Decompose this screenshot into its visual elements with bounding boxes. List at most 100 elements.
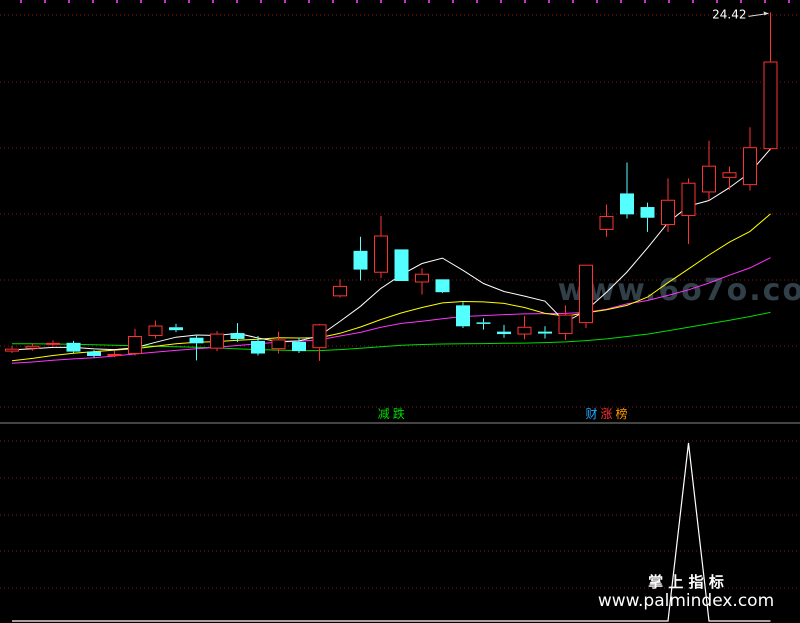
candle [128,328,142,356]
top-tick [140,0,142,3]
candle [169,323,183,333]
candle-body [763,61,778,150]
candle [763,12,778,151]
top-tick [92,0,94,3]
top-tick [116,0,118,3]
top-tick [236,0,238,3]
candle [312,323,327,361]
candle [353,236,368,281]
candle-body [558,314,573,335]
top-tick [68,0,70,3]
candle-body [353,250,368,270]
candle-body [702,165,716,193]
candle [25,343,40,351]
candle-body [415,273,429,283]
top-tick [404,0,406,3]
signal-label: 榜 [615,406,627,421]
candle-body [476,322,491,324]
top-tick [44,0,46,3]
candle [476,318,491,330]
candle-body [640,207,655,218]
candle-body [374,235,388,273]
candle-body [599,216,614,230]
top-tick [620,0,622,3]
candle-body [46,342,60,345]
stock-chart: www.6o7o.com24.42减跌财涨榜掌 上 指 标www.palmind… [0,0,800,623]
candle [66,340,81,354]
signal-label: 减 [378,407,390,421]
candle-body [251,340,265,354]
candle [415,268,429,295]
candlestick-chart: www.6o7o.com24.42减跌财涨榜掌 上 指 标www.palmind… [0,0,800,622]
candle-body [333,285,347,297]
candle [743,127,757,191]
top-tick [668,0,670,3]
candle [722,166,737,191]
candle-body [148,325,163,337]
top-tick [524,0,526,3]
candle [661,178,675,232]
top-tick [284,0,286,3]
moving-averages [11,148,771,364]
candle-body [107,354,122,357]
top-tick [572,0,574,3]
ma-line-ma60 [12,311,771,352]
top-tick [380,0,382,3]
signal-labels: 减跌 财涨榜 [378,406,628,421]
candle-body [456,305,470,327]
top-tick [188,0,190,3]
candle [394,249,409,282]
signal-label: 涨 [600,406,612,421]
candle-body [661,199,675,226]
top-tick [20,0,22,3]
candle [702,140,716,201]
candle [517,315,532,340]
top-tick [716,0,718,3]
top-tick [164,0,166,3]
signal-label: 跌 [393,406,405,421]
candle-body [66,342,81,352]
candle [46,340,60,346]
candle [579,264,593,328]
main-grid [0,14,800,408]
top-tick [476,0,478,3]
candle-body [5,348,19,352]
top-tick [596,0,598,3]
top-tick [692,0,694,3]
footer-watermark-url: www.palmindex.com [598,591,774,611]
candle-body [681,182,696,217]
candle-body [497,331,511,335]
candle [497,324,511,338]
top-tick [212,0,214,3]
candle-body [579,264,593,324]
candle-body [312,324,327,349]
footer-watermark-title: 掌 上 指 标 [648,573,724,591]
candle [640,202,655,232]
top-tick [764,0,766,3]
top-tick [548,0,550,3]
candle [456,302,470,328]
candle [210,331,224,352]
last-price-label: 24.42 [712,7,746,21]
candle [333,279,347,298]
top-tick [788,0,790,3]
candle [148,320,163,339]
candle-body [189,337,204,344]
top-tick [332,0,334,3]
ma-line-ma5 [11,148,771,351]
candle [5,345,19,354]
top-tick [644,0,646,3]
signal-label: 财 [585,407,597,421]
top-tick [356,0,358,3]
candle [230,323,245,342]
candle-body [743,147,757,186]
candles [5,12,778,361]
candle [435,279,450,294]
top-tick [740,0,742,3]
candle-body [292,341,306,352]
top-tick [428,0,430,3]
top-tick [452,0,454,3]
candle-body [394,249,409,282]
top-tick [308,0,310,3]
candle-body [87,351,101,356]
